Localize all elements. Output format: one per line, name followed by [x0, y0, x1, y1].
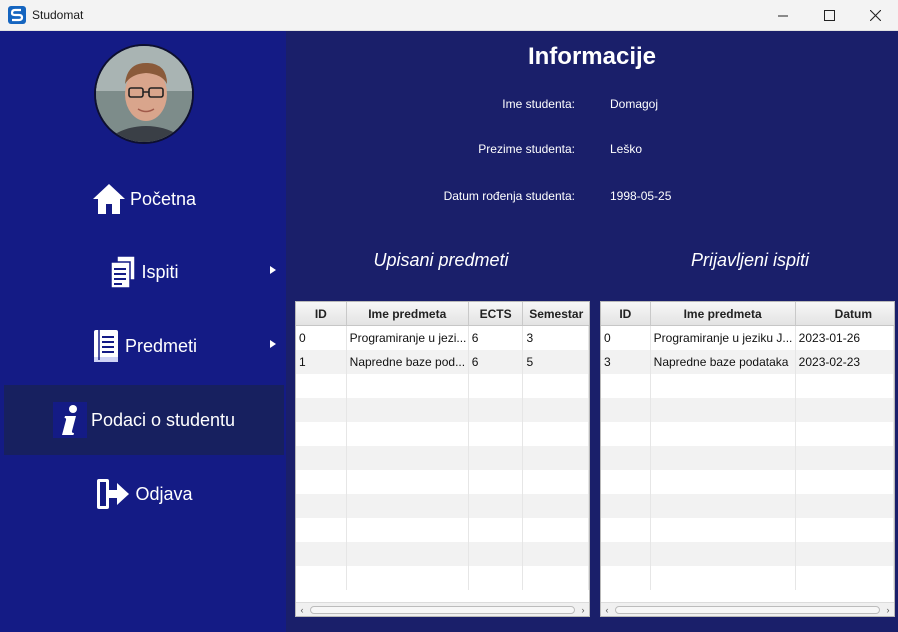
empty-rows	[296, 374, 589, 590]
column-header-subject-name[interactable]: Ime predmeta	[347, 302, 469, 325]
registered-exams-table[interactable]: ID Ime predmeta Datum 0 Programiranje u …	[600, 301, 895, 617]
sidebar-item-ispiti[interactable]: Ispiti	[4, 237, 284, 307]
logout-icon	[95, 477, 131, 511]
column-header-subject-name[interactable]: Ime predmeta	[651, 302, 796, 325]
scroll-left-icon[interactable]: ‹	[601, 604, 613, 616]
cell-id: 1	[296, 350, 347, 374]
scrollbar-thumb[interactable]	[615, 605, 880, 614]
column-header-date[interactable]: Datum	[796, 302, 894, 325]
column-header-ects[interactable]: ECTS	[469, 302, 524, 325]
window-title: Studomat	[32, 8, 84, 22]
empty-rows	[601, 374, 894, 590]
table-row[interactable]: 1 Napredne baze pod... 6 5	[296, 350, 589, 374]
cell-id: 0	[296, 326, 347, 350]
maximize-button[interactable]	[806, 0, 852, 31]
cell-semester: 5	[523, 350, 589, 374]
sidebar: Početna Ispiti Predmeti Podaci o student…	[0, 31, 286, 632]
app-logo-icon	[8, 6, 26, 24]
table-header: ID Ime predmeta ECTS Semestar	[296, 302, 589, 326]
main-panel: Informacije Ime studenta: Domagoj Prezim…	[286, 31, 898, 632]
cell-subject-name: Programiranje u jeziku J...	[651, 326, 796, 350]
submenu-arrow-icon	[270, 266, 276, 274]
enrolled-subjects-title: Upisani predmeti	[373, 250, 509, 270]
table-row[interactable]: 3 Napredne baze podataka 2023-02-23	[601, 350, 894, 374]
last-name-value: Leško	[610, 142, 643, 156]
maximize-icon	[823, 10, 835, 21]
sidebar-item-label: Ispiti	[141, 261, 179, 282]
cell-semester: 3	[523, 326, 589, 350]
column-header-id[interactable]: ID	[601, 302, 651, 325]
cell-id: 0	[601, 326, 651, 350]
registered-exams-title: Prijavljeni ispiti	[690, 250, 810, 270]
sidebar-item-pocetna[interactable]: Početna	[4, 164, 284, 234]
submenu-arrow-icon	[270, 340, 276, 348]
avatar	[94, 44, 194, 144]
sidebar-item-label: Predmeti	[124, 335, 198, 356]
first-name-label: Ime studenta:	[502, 97, 575, 111]
first-name-value: Domagoj	[610, 97, 659, 111]
documents-icon	[109, 255, 137, 289]
cell-subject-name: Napredne baze podataka	[651, 350, 796, 374]
column-header-id[interactable]: ID	[296, 302, 347, 325]
last-name-label: Prezime studenta:	[478, 142, 575, 156]
close-icon	[869, 10, 881, 21]
table-row[interactable]: 0 Programiranje u jeziku J... 2023-01-26	[601, 326, 894, 350]
sidebar-item-label: Odjava	[135, 483, 193, 504]
info-icon	[52, 402, 87, 438]
cell-ects: 6	[469, 326, 524, 350]
sidebar-item-predmeti[interactable]: Predmeti	[4, 311, 284, 381]
home-icon	[92, 183, 126, 215]
cell-subject-name: Napredne baze pod...	[347, 350, 469, 374]
horizontal-scrollbar[interactable]: ‹ ›	[601, 602, 894, 616]
cell-date: 2023-01-26	[796, 326, 894, 350]
close-button[interactable]	[852, 0, 898, 31]
minimize-icon	[778, 15, 788, 16]
sidebar-item-odjava[interactable]: Odjava	[4, 459, 284, 529]
sidebar-item-label: Podaci o studentu	[90, 409, 236, 430]
enrolled-subjects-table[interactable]: ID Ime predmeta ECTS Semestar 0 Programi…	[295, 301, 590, 617]
page-title: Informacije	[527, 43, 657, 70]
minimize-button[interactable]	[760, 0, 806, 31]
table-header: ID Ime predmeta Datum	[601, 302, 894, 326]
table-row[interactable]: 0 Programiranje u jezi... 6 3	[296, 326, 589, 350]
scrollbar-thumb[interactable]	[310, 605, 575, 614]
scroll-right-icon[interactable]: ›	[577, 604, 589, 616]
cell-subject-name: Programiranje u jezi...	[347, 326, 469, 350]
birth-date-label: Datum rođenja studenta:	[443, 189, 575, 203]
scroll-right-icon[interactable]: ›	[882, 604, 894, 616]
title-bar: Studomat	[0, 0, 898, 31]
sidebar-item-label: Početna	[129, 188, 197, 209]
horizontal-scrollbar[interactable]: ‹ ›	[296, 602, 589, 616]
cell-date: 2023-02-23	[796, 350, 894, 374]
book-icon	[91, 328, 121, 364]
cell-id: 3	[601, 350, 651, 374]
birth-date-value: 1998-05-25	[610, 189, 672, 203]
student-photo	[96, 46, 192, 142]
sidebar-item-podaci-o-studentu[interactable]: Podaci o studentu	[4, 385, 284, 455]
cell-ects: 6	[469, 350, 524, 374]
scroll-left-icon[interactable]: ‹	[296, 604, 308, 616]
column-header-semester[interactable]: Semestar	[523, 302, 589, 325]
